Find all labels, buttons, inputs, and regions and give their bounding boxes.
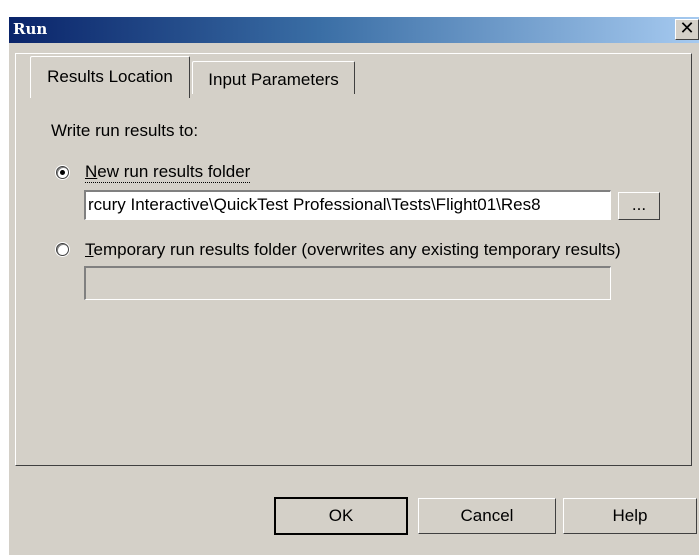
new-folder-label[interactable]: New run results folder bbox=[85, 162, 251, 183]
temp-folder-path-input bbox=[84, 266, 611, 300]
browse-button[interactable]: ... bbox=[618, 192, 660, 220]
temp-folder-radio[interactable] bbox=[56, 243, 69, 256]
title-bar: Run ✕ bbox=[9, 17, 699, 43]
ok-button[interactable]: OK bbox=[274, 497, 408, 535]
help-button[interactable]: Help bbox=[563, 498, 697, 534]
cancel-button[interactable]: Cancel bbox=[418, 498, 556, 534]
tab-input-parameters[interactable]: Input Parameters bbox=[192, 61, 355, 94]
close-icon[interactable]: ✕ bbox=[675, 19, 699, 40]
tab-results-location[interactable]: Results Location bbox=[30, 56, 190, 98]
dialog-title: Run bbox=[13, 20, 48, 38]
new-folder-path-input[interactable]: rcury Interactive\QuickTest Professional… bbox=[84, 190, 611, 220]
new-folder-radio[interactable] bbox=[56, 166, 69, 179]
tab-label: Results Location bbox=[47, 67, 173, 86]
temp-folder-label[interactable]: Temporary run results folder (overwrites… bbox=[85, 240, 621, 260]
section-label: Write run results to: bbox=[51, 121, 199, 140]
tab-label: Input Parameters bbox=[208, 70, 339, 89]
